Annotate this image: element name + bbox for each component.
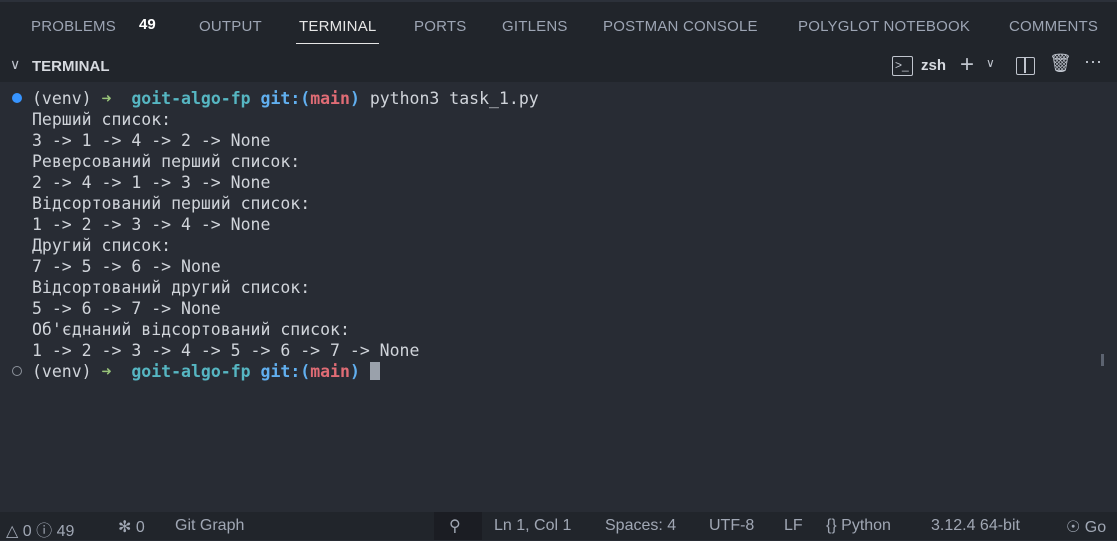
shell-name[interactable]: zsh [921,57,946,74]
language-label: Python [841,517,891,534]
output-line: Відсортований перший список: [32,194,311,213]
tab-polyglot-notebook[interactable]: POLYGLOT NOTEBOOK [798,18,970,35]
output-line: Відсортований другий список: [32,278,311,297]
output-line: 7 -> 5 -> 6 -> None [32,257,221,276]
output-line: 1 -> 2 -> 3 -> 4 -> None [32,215,271,234]
problems-status[interactable]: △ 0 ⓘ 49 [6,517,74,541]
pending-command-circle-icon [12,366,22,376]
end-of-line[interactable]: LF [784,517,803,535]
terminal-icon: >_ [892,56,913,76]
command-text: python3 task_1.py [369,89,539,108]
prompt-git-close: ) [349,362,360,381]
new-terminal-icon[interactable]: + [960,51,974,79]
terminal-section-title: TERMINAL [32,58,110,75]
output-line: Об'єднаний відсортований список: [32,320,350,339]
venv-label: (venv) [32,362,92,381]
tab-terminal[interactable]: TERMINAL [295,18,380,44]
prompt-git: git:( [260,89,311,108]
chevron-down-icon[interactable]: ∨ [10,56,20,73]
encoding[interactable]: UTF-8 [709,517,754,535]
prompt-dir: goit-algo-fp [131,89,251,108]
problems-count-badge: 49 [139,16,156,33]
warning-icon: △ [6,523,19,540]
braces-icon: {} [826,517,837,534]
ports-count: 0 [135,519,145,536]
prompt-dir: goit-algo-fp [131,362,251,381]
ports-status[interactable]: ✻ 0 [118,517,145,537]
prompt-arrow: ➜ [101,89,112,108]
output-line: Другий список: [32,236,172,255]
venv-label: (venv) [32,89,92,108]
zoom-out-icon: ⚲ [449,518,461,535]
output-line: 1 -> 2 -> 3 -> 4 -> 5 -> 6 -> 7 -> None [32,341,420,360]
warning-count: 0 [22,523,32,540]
more-actions-icon[interactable]: ⋯ [1084,52,1102,73]
prompt-git-close: ) [349,89,360,108]
output-line: 3 -> 1 -> 4 -> 2 -> None [32,131,271,150]
terminal-cursor [369,362,380,380]
tab-ports[interactable]: PORTS [414,18,466,35]
prompt-line: (venv) ➜ goit-algo-fp git:(main) [32,361,1117,382]
terminal-output[interactable]: (venv) ➜ goit-algo-fp git:(main) python3… [0,88,1117,508]
tab-output[interactable]: OUTPUT [199,18,262,35]
output-line: 2 -> 4 -> 1 -> 3 -> None [32,173,271,192]
split-terminal-icon[interactable] [1016,57,1035,75]
python-interpreter[interactable]: 3.12.4 64-bit [931,517,1020,535]
prompt-git: git:( [260,362,311,381]
status-bar: △ 0 ⓘ 49 ✻ 0 Git Graph ⚲ Ln 1, Col 1 Spa… [0,512,1117,540]
panel-tabs: PROBLEMS 49 OUTPUT TERMINAL PORTS GITLEN… [0,0,1117,50]
command-success-dot-icon [12,93,22,103]
go-live-button[interactable]: ☉ Go [1066,517,1106,537]
tab-gitlens[interactable]: GITLENS [502,18,568,35]
output-line: Реверсований перший список: [32,152,301,171]
prompt-arrow: ➜ [101,362,112,381]
trash-icon[interactable]: 🗑 [1049,53,1072,74]
chevron-down-icon[interactable]: ∨ [986,56,995,70]
broadcast-icon: ☉ [1066,519,1081,536]
info-icon: ⓘ [36,523,53,540]
language-mode[interactable]: {} Python [826,517,891,535]
output-line: 5 -> 6 -> 7 -> None [32,299,221,318]
broadcast-icon: ✻ [118,519,132,536]
cursor-position[interactable]: Ln 1, Col 1 [494,517,571,535]
prompt-branch: main [310,89,350,108]
tab-problems[interactable]: PROBLEMS [31,18,116,35]
terminal-header: ∨ TERMINAL >_ zsh + ∨ 🗑 ⋯ [0,50,1117,82]
output-line: Перший список: [32,110,172,129]
zoom-out-button[interactable]: ⚲ [434,512,482,540]
tab-postman-console[interactable]: POSTMAN CONSOLE [603,18,758,35]
prompt-branch: main [310,362,350,381]
scrollbar-thumb[interactable] [1101,354,1104,366]
prompt-line: (venv) ➜ goit-algo-fp git:(main) python3… [32,88,1117,109]
tab-comments[interactable]: COMMENTS [1009,18,1098,35]
go-live-label: Go [1084,519,1107,536]
info-count: 49 [56,523,75,540]
git-graph-button[interactable]: Git Graph [175,517,244,535]
indentation[interactable]: Spaces: 4 [605,517,676,535]
